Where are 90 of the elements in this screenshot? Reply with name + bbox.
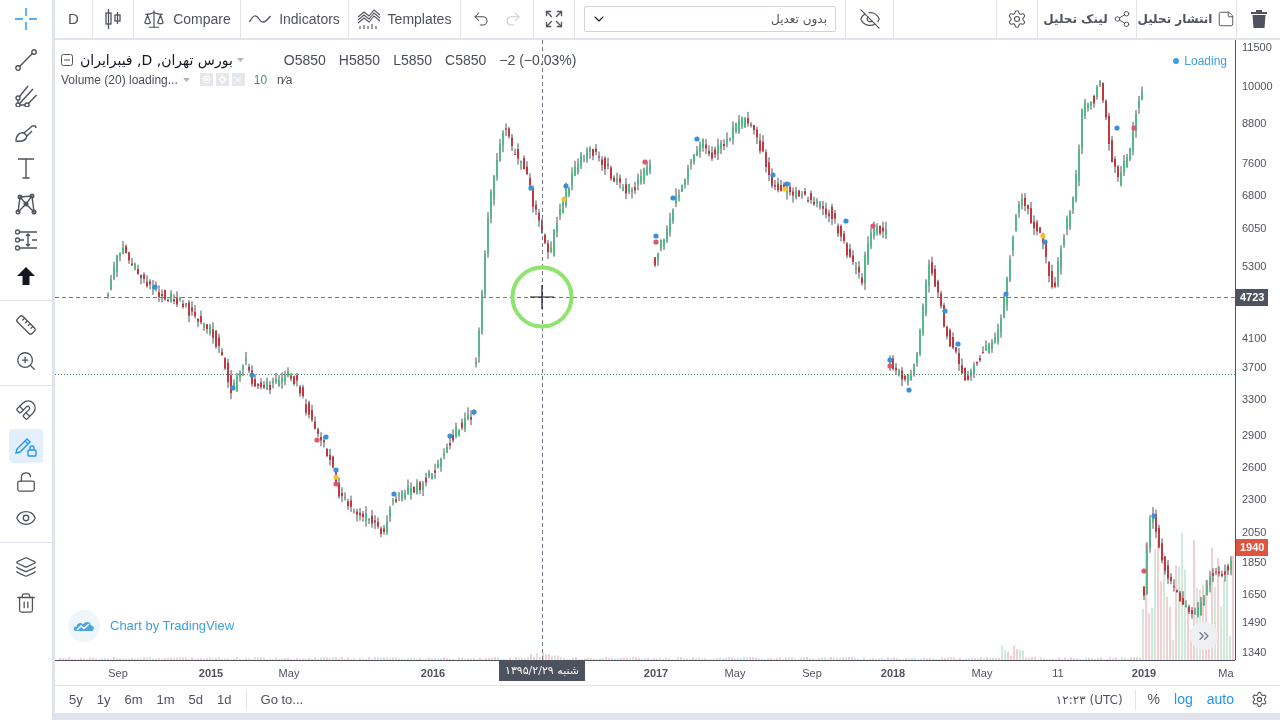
date-label: May [278, 666, 300, 681]
range-button[interactable]: 1d [211, 687, 238, 712]
line-segment-icon [15, 49, 37, 71]
balance-scale-icon [143, 8, 166, 30]
compare-button[interactable]: Compare [139, 4, 235, 34]
price-label: 5300 [1242, 260, 1267, 273]
date-label: Ma [1218, 666, 1234, 681]
price-label: 7600 [1242, 157, 1267, 170]
note-icon [1217, 10, 1236, 28]
crosshair-ring-icon [510, 265, 574, 329]
ohlc-value: H5850 [338, 50, 381, 70]
price-label: 4100 [1242, 332, 1267, 345]
magnet-icon [15, 399, 37, 421]
study-status: n∕a [277, 71, 293, 89]
date-label: May [971, 666, 993, 681]
price-label: 3300 [1242, 393, 1267, 406]
ohlc-value: C5850 [445, 50, 487, 70]
price-label: 11500 [1242, 41, 1272, 54]
price-label: 2050 [1242, 526, 1267, 539]
price-label: 6050 [1242, 222, 1267, 235]
range-button[interactable]: 5y [63, 687, 89, 712]
price-label: 1650 [1242, 588, 1267, 601]
pitchfork-icon [15, 85, 37, 107]
layers-icon [15, 556, 37, 578]
date-label: 2018 [880, 666, 906, 681]
date-label: Sep [802, 666, 822, 681]
share-icon [1112, 10, 1131, 28]
ohlc-value: L5850 [393, 50, 433, 70]
study-value: 10 [253, 71, 268, 89]
fullscreen-icon [544, 9, 564, 29]
price-label: 1850 [1242, 556, 1267, 569]
scale-mode-button[interactable]: % [1141, 687, 1167, 712]
date-label: Sep [108, 666, 128, 681]
date-label: May [724, 666, 746, 681]
settings-icon [1250, 691, 1268, 708]
collapse-icon[interactable] [61, 54, 73, 66]
range-button[interactable]: 6m [118, 687, 149, 712]
indicators-button[interactable]: Indicators [245, 4, 344, 34]
symbol-title[interactable]: بورس تهران, D, فیبرایران [80, 49, 233, 71]
ohlc-value: O5850 [283, 50, 326, 70]
candlestick-icon [105, 9, 121, 29]
status-dot-icon [1173, 58, 1180, 64]
adjustment-select[interactable]: بدون تعدیل [584, 6, 836, 32]
share-button[interactable]: لینک تحلیل [1043, 4, 1131, 34]
range-button[interactable]: 5d [182, 687, 210, 712]
range-button[interactable]: 1m [150, 687, 181, 712]
crosshair-icon [15, 8, 37, 30]
ruler-icon [15, 314, 37, 336]
price-badge: 4723 [1236, 289, 1269, 306]
scroll-right-button[interactable] [1190, 622, 1218, 650]
range-button[interactable]: 1y [90, 687, 117, 712]
price-label: 2600 [1242, 461, 1267, 474]
price-label: 2300 [1242, 493, 1267, 506]
price-change: −2 (−0.03%) [499, 50, 577, 70]
templates-button[interactable]: Templates [353, 4, 456, 34]
redo-icon [504, 10, 522, 28]
price-label: 8800 [1242, 117, 1267, 130]
price-badge: 1940 [1236, 539, 1269, 556]
price-label: 6800 [1242, 189, 1267, 202]
study-title[interactable]: Volume (20) loading... [61, 70, 178, 89]
zigzag-nodes-icon [15, 193, 37, 215]
date-label: 2017 [643, 666, 669, 681]
price-label: 1340 [1242, 646, 1267, 659]
arrow-up-icon [17, 267, 35, 285]
date-label: 2019 [1131, 666, 1157, 681]
lines-arrow-icon [15, 229, 37, 251]
zoom-in-icon [15, 350, 37, 372]
chart-lines-icon [357, 9, 380, 29]
lock-open-icon [15, 471, 37, 493]
price-label: 2900 [1242, 429, 1267, 442]
date-label: 2016 [420, 666, 446, 681]
goto-button[interactable]: Go to... [254, 687, 310, 712]
interval-button[interactable]: D [62, 4, 85, 34]
settings-icon [1007, 9, 1027, 29]
date-label: 2015 [198, 666, 224, 681]
cloud-logo-icon [68, 610, 100, 642]
eye-off-icon [858, 8, 881, 30]
trash-icon [1250, 10, 1267, 28]
date-label: 11 [1052, 666, 1064, 681]
price-label: 10000 [1242, 80, 1273, 93]
clock-label: ۱۲:۲۳ (UTC) [1055, 691, 1123, 709]
price-label: 3700 [1242, 361, 1267, 374]
undo-icon [472, 10, 490, 28]
loading-label: Loading [1184, 53, 1227, 70]
wave-line-icon [249, 13, 272, 25]
price-label: 1490 [1242, 616, 1267, 629]
date-badge: شنبه ۱۳۹۵/۲/۲۹ [499, 661, 585, 681]
text-tool-icon [15, 157, 37, 179]
trash-icon [15, 592, 37, 614]
publish-button[interactable]: انتشار تحلیل [1137, 4, 1236, 34]
